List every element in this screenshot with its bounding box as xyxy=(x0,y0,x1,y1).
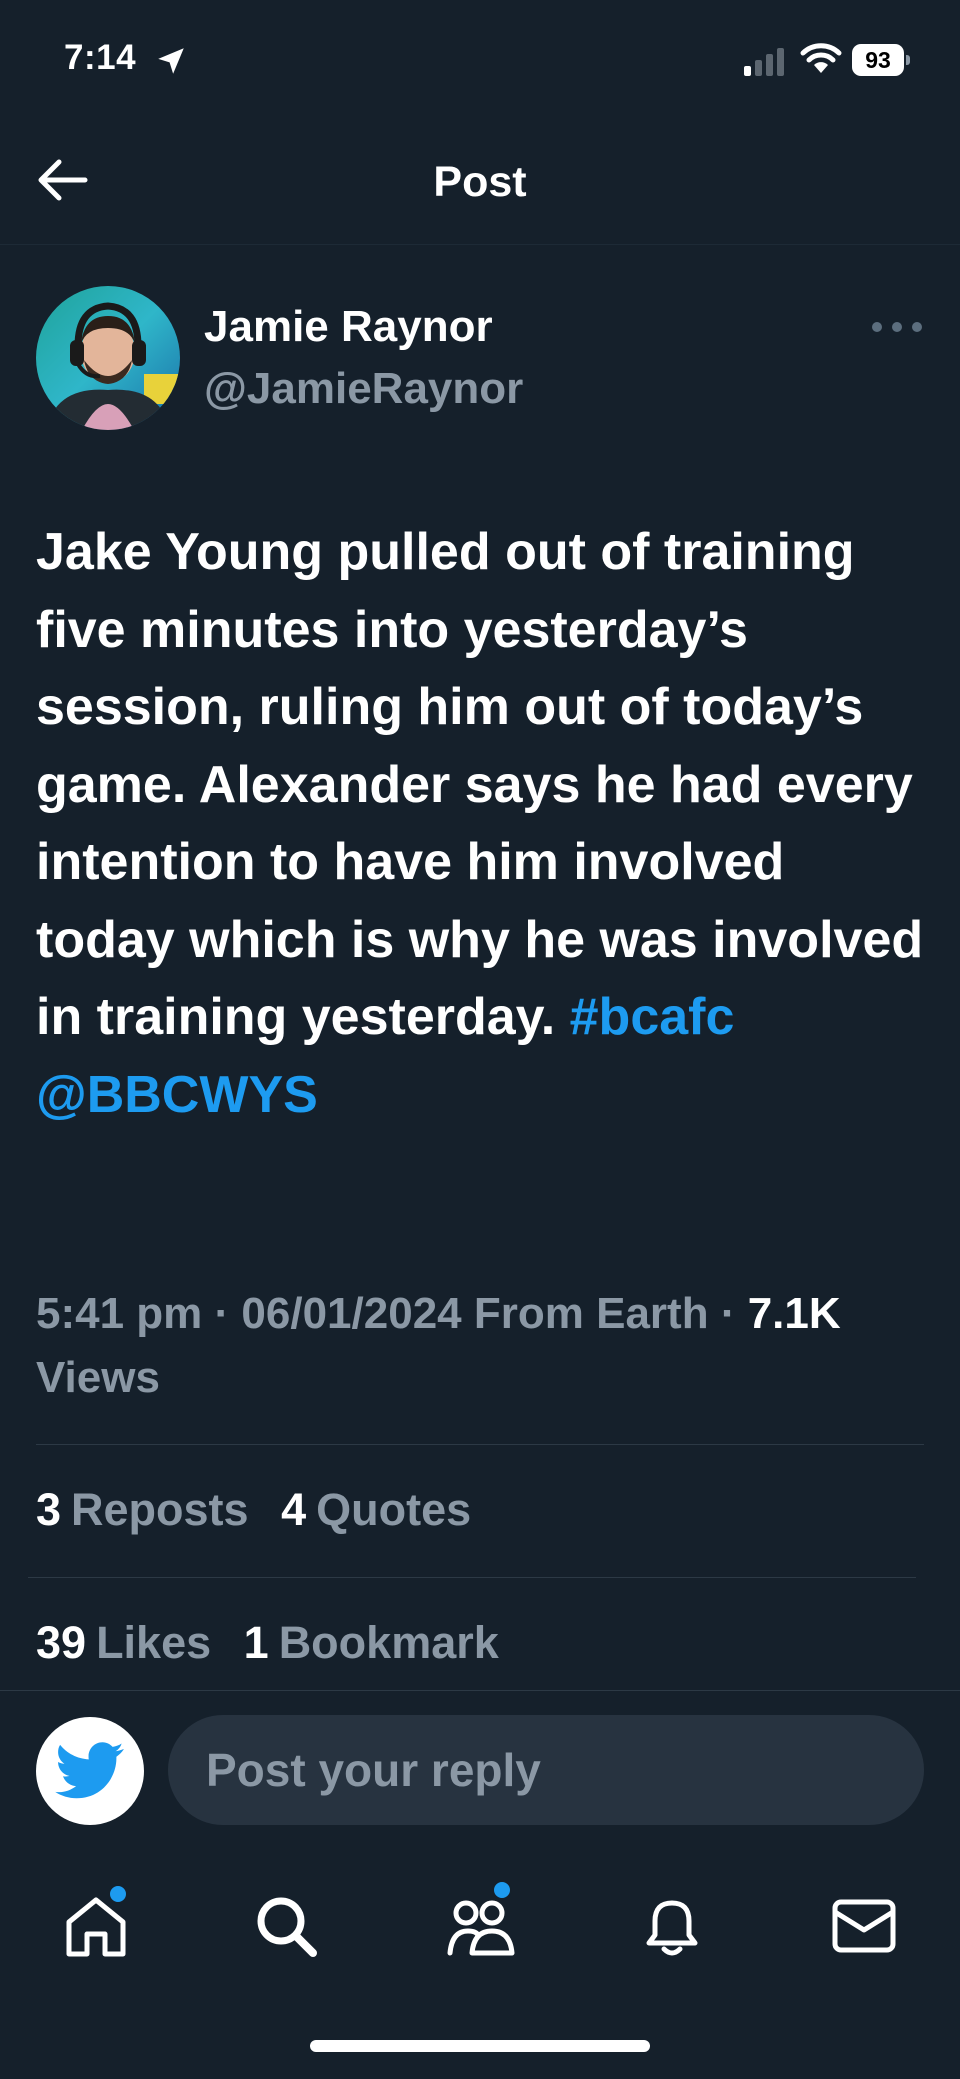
home-indicator xyxy=(310,2040,650,2052)
dot xyxy=(872,322,882,332)
tab-search[interactable] xyxy=(246,1886,326,1966)
tab-messages[interactable] xyxy=(824,1886,904,1966)
author-handle[interactable]: @JamieRaynor xyxy=(204,364,523,414)
post-detail-screen: 7:14 93 Post Jamie Raynor @JamieRaynor J… xyxy=(0,0,960,2079)
divider xyxy=(28,1577,916,1578)
quotes-label: Quotes xyxy=(316,1484,472,1535)
post-time: 5:41 pm xyxy=(36,1289,203,1338)
mention-link[interactable]: @BBCWYS xyxy=(36,1066,318,1124)
dot xyxy=(892,322,902,332)
status-time: 7:14 xyxy=(64,38,137,77)
bookmarks-stat[interactable]: 1 Bookmark xyxy=(244,1617,499,1669)
home-notification-dot xyxy=(108,1884,128,1904)
views-count[interactable]: 7.1K xyxy=(748,1289,841,1338)
notifications-icon xyxy=(646,1900,698,1956)
like-bookmark-stats: 39 Likes 1 Bookmark xyxy=(36,1617,519,1669)
divider xyxy=(36,1444,924,1445)
post-body: Jake Young pulled out of training five m… xyxy=(36,523,924,1046)
battery-level: 93 xyxy=(852,44,904,76)
battery-indicator: 93 xyxy=(852,44,910,76)
quotes-count: 4 xyxy=(281,1484,307,1535)
post-text: Jake Young pulled out of training five m… xyxy=(36,514,926,1134)
reposts-label: Reposts xyxy=(71,1484,249,1535)
wifi-icon xyxy=(800,43,842,73)
reposts-count: 3 xyxy=(36,1484,62,1535)
likes-label: Likes xyxy=(96,1617,212,1668)
author-avatar[interactable] xyxy=(36,286,180,430)
repost-quote-stats: 3 Reposts 4 Quotes xyxy=(36,1484,491,1536)
post-meta: 5:41 pm · 06/01/2024 From Earth · 7.1K V… xyxy=(36,1282,936,1410)
location-arrow-icon xyxy=(158,48,184,74)
reposts-stat[interactable]: 3 Reposts xyxy=(36,1484,249,1536)
messages-icon xyxy=(832,1899,896,1953)
bottom-tab-bar xyxy=(0,1850,960,2079)
meta-separator: · xyxy=(720,1289,736,1338)
likes-stat[interactable]: 39 Likes xyxy=(36,1617,211,1669)
status-bar: 7:14 93 xyxy=(0,0,960,120)
author-avatar-image xyxy=(36,286,180,430)
tab-notifications[interactable] xyxy=(632,1886,712,1966)
tab-home[interactable] xyxy=(56,1884,136,1966)
quotes-stat[interactable]: 4 Quotes xyxy=(281,1484,471,1536)
top-nav-bar: Post xyxy=(0,120,960,245)
bookmarks-label: Bookmark xyxy=(278,1617,499,1668)
battery-cap xyxy=(906,55,910,65)
communities-icon xyxy=(447,1900,515,1956)
meta-separator: · xyxy=(214,1289,230,1338)
page-title: Post xyxy=(433,158,527,206)
post-date: 06/01/2024 xyxy=(241,1289,462,1338)
more-options-icon[interactable] xyxy=(872,312,922,342)
bookmarks-count: 1 xyxy=(243,1617,269,1668)
reply-input[interactable] xyxy=(168,1715,924,1825)
reply-composer xyxy=(0,1690,960,1830)
views-label: Views xyxy=(36,1353,160,1402)
dot xyxy=(912,322,922,332)
tab-communities[interactable] xyxy=(440,1880,520,1966)
twitter-bird-icon xyxy=(55,1742,124,1799)
likes-count: 39 xyxy=(36,1617,87,1668)
hashtag-link[interactable]: #bcafc xyxy=(570,988,735,1046)
author-name[interactable]: Jamie Raynor xyxy=(204,302,493,352)
cellular-signal-icon xyxy=(744,48,784,76)
post-source: From Earth xyxy=(473,1289,709,1338)
search-icon xyxy=(257,1897,317,1957)
user-avatar[interactable] xyxy=(36,1717,144,1825)
communities-notification-dot xyxy=(492,1880,512,1900)
